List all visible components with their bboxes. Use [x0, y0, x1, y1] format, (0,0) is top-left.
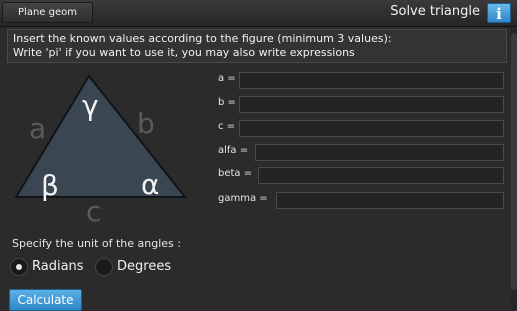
- field-beta-label: beta =: [218, 168, 253, 179]
- field-a-label: a =: [218, 73, 236, 84]
- radians-radio[interactable]: [10, 258, 28, 276]
- triangle-figure: a b c γ β α: [14, 70, 206, 230]
- field-c-label: c =: [218, 121, 236, 132]
- top-bar: Plane geom Solve triangle i: [0, 0, 517, 27]
- field-alfa-label: alfa =: [218, 145, 249, 156]
- field-b-input[interactable]: [239, 96, 504, 113]
- degrees-radio[interactable]: [95, 258, 113, 276]
- field-gamma-input[interactable]: [276, 192, 504, 209]
- field-b-label: b =: [218, 97, 236, 108]
- radio-selected-dot: [16, 264, 22, 270]
- angle-unit-prompt: Specify the unit of the angles :: [12, 237, 181, 250]
- field-beta-input[interactable]: [258, 167, 504, 184]
- instructions-box: Insert the known values according to the…: [7, 29, 507, 63]
- angle-gamma-label: γ: [82, 89, 99, 122]
- angle-alpha-label: α: [141, 168, 160, 201]
- field-alfa-input[interactable]: [255, 144, 504, 161]
- angle-beta-label: β: [41, 169, 59, 202]
- degrees-label[interactable]: Degrees: [117, 259, 171, 274]
- scrollbar-thumb[interactable]: [511, 33, 517, 290]
- field-gamma-label: gamma =: [218, 193, 268, 204]
- radians-label[interactable]: Radians: [32, 259, 84, 274]
- side-c-label: c: [86, 195, 102, 228]
- info-button[interactable]: i: [487, 3, 511, 23]
- tab-plane-geometry[interactable]: Plane geom: [2, 2, 93, 23]
- side-b-label: b: [137, 107, 155, 140]
- tool-title: Solve triangle: [390, 4, 480, 19]
- calculate-button[interactable]: Calculate: [9, 289, 82, 311]
- field-a-input[interactable]: [239, 72, 504, 89]
- field-c-input[interactable]: [239, 120, 504, 137]
- side-a-label: a: [29, 112, 47, 145]
- instructions-line-2: Write 'pi' if you want to use it, you ma…: [13, 46, 355, 59]
- triangle-svg: [14, 74, 188, 198]
- instructions-line-1: Insert the known values according to the…: [13, 32, 392, 45]
